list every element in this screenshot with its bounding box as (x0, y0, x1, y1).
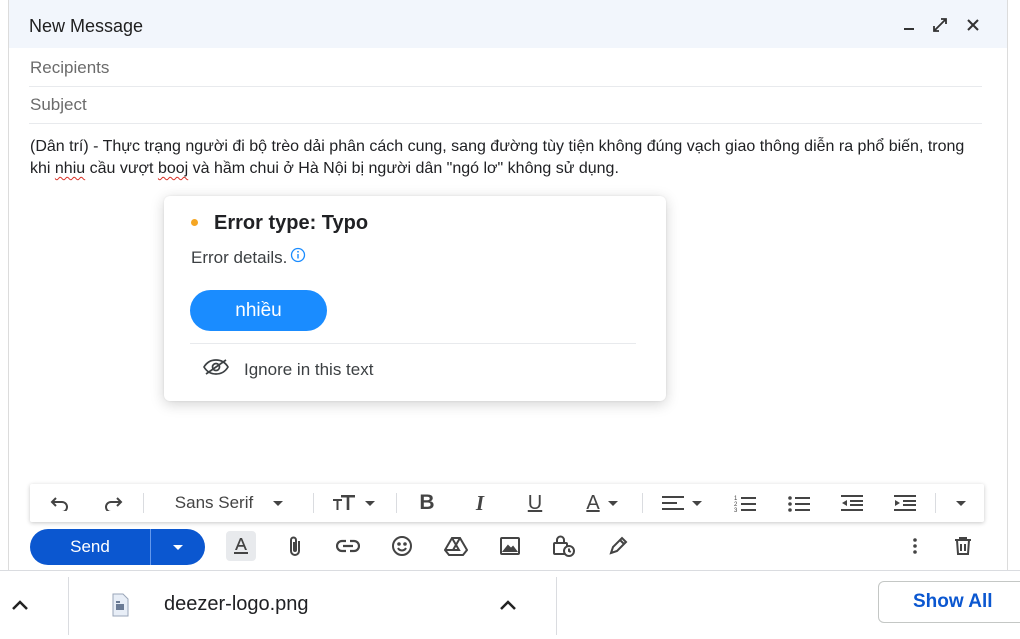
formatting-options-icon[interactable] (226, 531, 256, 561)
typo-word-1[interactable]: nhiu (55, 160, 85, 177)
compose-title: New Message (29, 16, 144, 36)
error-popup: Error type: Typo Error details. nhiều Ig… (164, 196, 666, 401)
eye-slash-icon (202, 358, 230, 381)
subject-placeholder: Subject (30, 95, 87, 114)
more-options-icon[interactable] (900, 531, 930, 561)
font-family-select[interactable]: Sans Serif (156, 484, 302, 522)
indent-less-icon[interactable] (835, 484, 869, 522)
body-text-3: và hầm chui ở Hà Nội bị người dân "ngó l… (188, 160, 619, 177)
text-color-label: A (586, 491, 600, 514)
recipients-field[interactable]: Recipients (29, 50, 982, 87)
error-details: Error details. (191, 247, 306, 268)
redo-icon[interactable] (97, 484, 129, 522)
info-icon[interactable] (290, 247, 306, 268)
more-formatting-icon[interactable] (946, 484, 976, 522)
error-details-label: Error details. (191, 247, 288, 267)
attach-icon[interactable] (280, 531, 310, 561)
text-size-icon[interactable] (326, 484, 382, 522)
close-icon[interactable] (960, 12, 986, 38)
send-button-group: Send (30, 529, 205, 565)
compose-titlebar[interactable]: New Message (9, 0, 1007, 48)
typo-word-2[interactable]: booj (158, 160, 188, 177)
underline-button[interactable]: U (520, 484, 550, 522)
ignore-label: Ignore in this text (244, 359, 374, 379)
formatting-toolbar: Sans Serif B I U A 123 (30, 484, 984, 522)
bold-button[interactable]: B (412, 484, 442, 522)
ignore-button[interactable]: Ignore in this text (202, 358, 373, 381)
chevron-up-icon[interactable] (0, 571, 40, 639)
send-options-icon[interactable] (151, 529, 205, 565)
signature-icon[interactable] (603, 531, 633, 561)
bulleted-list-icon[interactable] (782, 484, 816, 522)
font-family-label: Sans Serif (174, 493, 254, 512)
text-color-button[interactable]: A (574, 484, 630, 522)
download-file-name[interactable]: deezer-logo.png (164, 593, 309, 616)
body-text-2: cầu vượt (85, 160, 158, 177)
italic-button[interactable]: I (465, 484, 495, 522)
suggestion-button[interactable]: nhiều (190, 290, 327, 331)
link-icon[interactable] (333, 531, 363, 561)
message-body[interactable]: (Dân trí) - Thực trạng người đi bộ trèo … (30, 136, 985, 180)
undo-icon[interactable] (44, 484, 76, 522)
emoji-icon[interactable] (387, 531, 417, 561)
recipients-placeholder: Recipients (30, 58, 110, 77)
subject-field[interactable]: Subject (29, 87, 982, 124)
show-all-button[interactable]: Show All (878, 581, 1020, 623)
minimize-icon[interactable] (896, 12, 922, 38)
send-button[interactable]: Send (30, 529, 150, 565)
expand-icon[interactable] (927, 12, 953, 38)
align-icon[interactable] (654, 484, 710, 522)
trash-icon[interactable] (948, 531, 978, 561)
download-bar: deezer-logo.png (0, 570, 1020, 639)
numbered-list-icon[interactable]: 123 (728, 484, 762, 522)
svg-text:3: 3 (734, 508, 738, 512)
photo-icon[interactable] (495, 531, 525, 561)
error-type-title: Error type: Typo (214, 212, 369, 234)
indent-more-icon[interactable] (888, 484, 922, 522)
confidential-icon[interactable] (549, 531, 579, 561)
error-severity-dot (191, 219, 198, 226)
popup-divider (190, 343, 636, 344)
drive-icon[interactable] (441, 531, 471, 561)
download-chevron-up-icon[interactable] (488, 571, 528, 639)
file-icon (100, 571, 140, 639)
